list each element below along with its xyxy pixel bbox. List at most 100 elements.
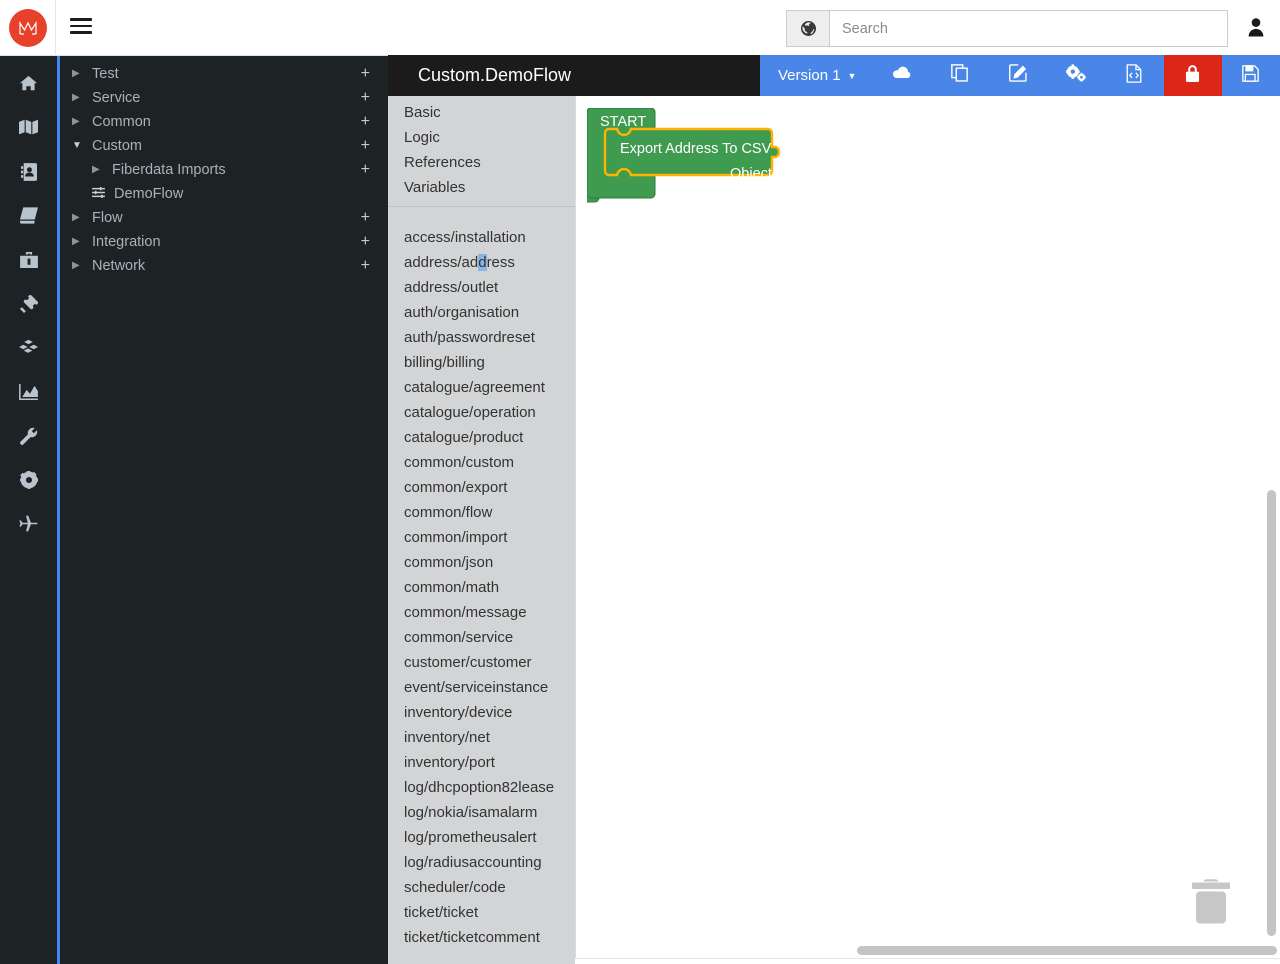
toolbox-module-item[interactable]: common/service — [388, 625, 575, 650]
toolbox-module-item[interactable]: auth/organisation — [388, 300, 575, 325]
caret-right-icon[interactable]: ▶ — [92, 165, 108, 175]
rail-item-catalogue[interactable] — [0, 196, 57, 240]
toolbox-module-item[interactable]: common/json — [388, 550, 575, 575]
toolbox-module-item[interactable]: log/radiusaccounting — [388, 850, 575, 875]
rail-item-inventory[interactable] — [0, 328, 57, 372]
toolbox-module-item[interactable]: access/installation — [388, 225, 575, 250]
version-dropdown[interactable]: Version 1 ▼ — [760, 55, 872, 96]
tree-item-service[interactable]: ▶ Service + — [60, 86, 388, 110]
caret-down-icon[interactable]: ▼ — [72, 141, 88, 151]
trash-icon[interactable] — [1190, 878, 1232, 931]
toolbox-module-item[interactable]: scheduler/code — [388, 875, 575, 900]
toolbox-module-item[interactable]: catalogue/operation — [388, 400, 575, 425]
search-input[interactable] — [829, 10, 1228, 47]
rail-item-provisioning[interactable] — [0, 504, 57, 548]
text-selection-highlight: d — [478, 254, 487, 271]
flow-title-bar: Custom.DemoFlow — [388, 55, 760, 96]
add-child-icon[interactable]: + — [361, 114, 370, 130]
toolbox-category-references[interactable]: References — [388, 150, 575, 175]
toolbox-module-item[interactable]: common/math — [388, 575, 575, 600]
toolbox-module-item[interactable]: ticket/ticketcomment — [388, 925, 575, 950]
wrench-icon — [19, 427, 38, 450]
toolbox-category-variables[interactable]: Variables — [388, 175, 575, 200]
add-child-icon[interactable]: + — [361, 90, 370, 106]
rail-item-contacts[interactable] — [0, 152, 57, 196]
ticket-icon — [19, 294, 38, 318]
rail-item-home[interactable] — [0, 64, 57, 108]
toolbox-category-logic[interactable]: Logic — [388, 125, 575, 150]
add-child-icon[interactable]: + — [361, 138, 370, 154]
toolbox-module-item[interactable]: common/custom — [388, 450, 575, 475]
toolbox-module-item[interactable]: ticket/ticket — [388, 900, 575, 925]
globe-icon[interactable] — [786, 10, 829, 47]
caret-right-icon[interactable]: ▶ — [72, 213, 88, 223]
caret-right-icon[interactable]: ▶ — [72, 69, 88, 79]
tree-item-demoflow[interactable]: DemoFlow — [60, 182, 388, 206]
rail-item-tickets[interactable] — [0, 284, 57, 328]
start-block[interactable] — [587, 108, 797, 203]
lock-button[interactable] — [1163, 55, 1222, 96]
tree-item-network[interactable]: ▶ Network + — [60, 254, 388, 278]
tree-item-label: Test — [92, 66, 119, 82]
toolbox-module-item[interactable]: billing/billing — [388, 350, 575, 375]
toolbox-module-item[interactable]: customer/customer — [388, 650, 575, 675]
rail-item-settings[interactable] — [0, 460, 57, 504]
toolbox-module-item[interactable]: log/dhcpoption82lease — [388, 775, 575, 800]
caret-right-icon[interactable]: ▶ — [72, 237, 88, 247]
deploy-button[interactable] — [872, 55, 930, 96]
hamburger-icon[interactable] — [70, 18, 92, 38]
toolbox-module-item[interactable]: catalogue/agreement — [388, 375, 575, 400]
toolbox-module-item[interactable]: log/prometheusalert — [388, 825, 575, 850]
cogs-icon — [1066, 64, 1087, 87]
toolbox-module-item[interactable]: event/serviceinstance — [388, 675, 575, 700]
blockly-toolbox[interactable]: Basic Logic References Variables access/inst… — [388, 96, 575, 964]
toolbox-module-item[interactable]: common/message — [388, 600, 575, 625]
export-address-block[interactable] — [603, 127, 781, 177]
toolbox-module-item[interactable]: inventory/port — [388, 750, 575, 775]
add-child-icon[interactable]: + — [361, 66, 370, 82]
toolbox-module-item[interactable]: common/export — [388, 475, 575, 500]
top-navigation-bar — [0, 0, 1280, 56]
rail-item-map[interactable] — [0, 108, 57, 152]
toolbox-category-group: Basic Logic References Variables — [388, 96, 575, 200]
tree-item-custom[interactable]: ▼ Custom + — [60, 134, 388, 158]
add-child-icon[interactable]: + — [361, 162, 370, 178]
tree-item-flow[interactable]: ▶ Flow + — [60, 206, 388, 230]
toolbox-module-item[interactable]: common/flow — [388, 500, 575, 525]
tree-item-integration[interactable]: ▶ Integration + — [60, 230, 388, 254]
toolbox-module-item[interactable]: log/nokia/isamalarm — [388, 800, 575, 825]
canvas-vertical-scrollbar[interactable] — [1267, 490, 1276, 936]
rail-item-products[interactable] — [0, 240, 57, 284]
toolbox-module-item[interactable]: inventory/net — [388, 725, 575, 750]
add-child-icon[interactable]: + — [361, 234, 370, 250]
add-child-icon[interactable]: + — [361, 258, 370, 274]
canvas-horizontal-scrollbar[interactable] — [857, 946, 1277, 955]
toolbox-module-item[interactable]: address/outlet — [388, 275, 575, 300]
tree-item-fiberdata-imports[interactable]: ▶ Fiberdata Imports + — [60, 158, 388, 182]
toolbox-module-item[interactable]: common/import — [388, 525, 575, 550]
add-child-icon[interactable]: + — [361, 210, 370, 226]
tree-item-common[interactable]: ▶ Common + — [60, 110, 388, 134]
toolbox-module-item[interactable]: auth/passwordreset — [388, 325, 575, 350]
address-book-icon — [20, 162, 37, 186]
toolbox-module-item[interactable]: inventory/device — [388, 700, 575, 725]
toolbox-category-basic[interactable]: Basic — [388, 100, 575, 125]
caret-right-icon[interactable]: ▶ — [72, 117, 88, 127]
blockly-canvas[interactable]: START Export Address To CSV Object — [575, 96, 1280, 964]
rail-item-reports[interactable] — [0, 372, 57, 416]
tree-item-test[interactable]: ▶ Test + — [60, 62, 388, 86]
caret-right-icon[interactable]: ▶ — [72, 261, 88, 271]
page-title: Custom.DemoFlow — [418, 65, 572, 85]
caret-right-icon[interactable]: ▶ — [72, 93, 88, 103]
edit-button[interactable] — [989, 55, 1047, 96]
rail-item-tools[interactable] — [0, 416, 57, 460]
toolbox-module-item[interactable]: catalogue/product — [388, 425, 575, 450]
user-account-icon[interactable] — [1248, 18, 1264, 42]
tree-item-label: Network — [92, 258, 146, 274]
code-button[interactable] — [1105, 55, 1163, 96]
settings-button[interactable] — [1047, 55, 1105, 96]
save-button[interactable] — [1222, 55, 1280, 96]
copy-button[interactable] — [931, 55, 989, 96]
toolbox-module-item[interactable]: address/address — [388, 250, 575, 275]
app-logo[interactable] — [0, 0, 56, 56]
